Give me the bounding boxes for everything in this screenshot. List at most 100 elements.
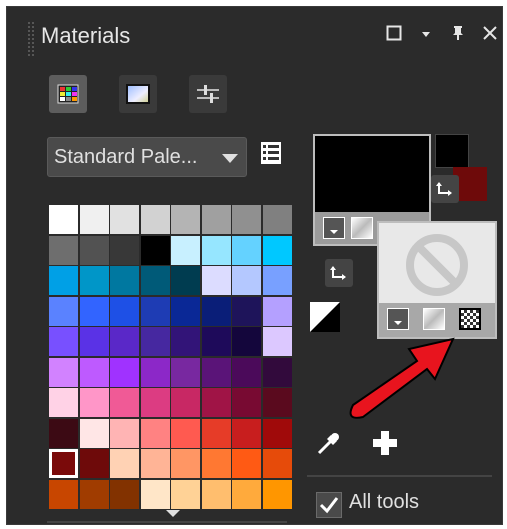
- palette-select[interactable]: Standard Pale...: [47, 137, 247, 177]
- chevron-down-icon[interactable]: [222, 154, 238, 163]
- pin-icon[interactable]: [447, 25, 469, 47]
- palette-swatch[interactable]: [262, 388, 292, 417]
- palette-swatch[interactable]: [79, 479, 109, 509]
- palette-swatch[interactable]: [232, 235, 261, 265]
- palette-swatch[interactable]: [49, 388, 78, 417]
- palette-swatch[interactable]: [79, 327, 109, 356]
- palette-swatch[interactable]: [171, 449, 200, 478]
- rainbow-tab[interactable]: [119, 75, 157, 113]
- palette-swatch[interactable]: [201, 357, 231, 387]
- swap-colors-icon[interactable]: [431, 175, 459, 203]
- palette-swatch[interactable]: [140, 357, 170, 387]
- palette-options-icon[interactable]: [257, 139, 285, 167]
- sliders-tab[interactable]: [189, 75, 227, 113]
- palette-swatch[interactable]: [232, 357, 261, 387]
- palette-swatch[interactable]: [171, 388, 200, 417]
- palette-swatch[interactable]: [140, 266, 170, 295]
- palette-swatch[interactable]: [171, 479, 200, 509]
- palette-swatch[interactable]: [49, 479, 78, 509]
- palette-swatch[interactable]: [140, 418, 170, 448]
- palette-swatch[interactable]: [171, 327, 200, 356]
- drag-grip-icon[interactable]: [27, 21, 35, 57]
- palette-swatch[interactable]: [110, 327, 139, 356]
- palette-swatch[interactable]: [201, 327, 231, 356]
- palette-swatch[interactable]: [79, 418, 109, 448]
- palette-swatch[interactable]: [49, 418, 78, 448]
- dropdown-icon[interactable]: [415, 25, 437, 47]
- palette-swatch[interactable]: [262, 205, 292, 234]
- palette-swatch[interactable]: [110, 296, 139, 326]
- palette-swatch[interactable]: [201, 266, 231, 295]
- palette-swatch[interactable]: [232, 296, 261, 326]
- palette-swatch[interactable]: [171, 205, 200, 234]
- palette-swatch[interactable]: [140, 388, 170, 417]
- palette-swatch[interactable]: [262, 418, 292, 448]
- palette-swatch[interactable]: [49, 357, 78, 387]
- palette-swatch[interactable]: [79, 235, 109, 265]
- palette-swatch[interactable]: [262, 266, 292, 295]
- palette-swatch[interactable]: [49, 205, 78, 234]
- palette-swatch[interactable]: [79, 205, 109, 234]
- maximize-icon[interactable]: [383, 25, 405, 47]
- add-swatch-icon[interactable]: [369, 427, 401, 459]
- palette-swatch[interactable]: [49, 327, 78, 356]
- palette-swatch[interactable]: [110, 388, 139, 417]
- palette-swatch[interactable]: [171, 235, 200, 265]
- palette-swatch[interactable]: [201, 418, 231, 448]
- palette-swatch[interactable]: [140, 296, 170, 326]
- palette-swatch[interactable]: [140, 327, 170, 356]
- palette-swatch[interactable]: [232, 266, 261, 295]
- close-icon[interactable]: [479, 25, 501, 47]
- palette-swatch[interactable]: [110, 357, 139, 387]
- palette-swatch[interactable]: [79, 357, 109, 387]
- palette-swatch[interactable]: [262, 296, 292, 326]
- foreground-color-swatch[interactable]: [435, 134, 469, 168]
- palette-swatch[interactable]: [262, 327, 292, 356]
- palette-swatch[interactable]: [201, 449, 231, 478]
- palette-swatch[interactable]: [140, 479, 170, 509]
- palette-swatch[interactable]: [110, 266, 139, 295]
- palette-swatch[interactable]: [110, 235, 139, 265]
- palette-swatch[interactable]: [110, 418, 139, 448]
- palette-swatch[interactable]: [201, 205, 231, 234]
- swatches-tab[interactable]: [49, 75, 87, 113]
- palette-swatch[interactable]: [232, 205, 261, 234]
- palette-swatch[interactable]: [232, 327, 261, 356]
- palette-swatch[interactable]: [140, 235, 170, 265]
- palette-swatch[interactable]: [171, 296, 200, 326]
- palette-swatch[interactable]: [232, 479, 261, 509]
- palette-swatch[interactable]: [140, 449, 170, 478]
- palette-swatch[interactable]: [232, 449, 261, 478]
- scroll-down-icon[interactable]: [166, 510, 180, 517]
- dropper-icon[interactable]: [313, 427, 345, 459]
- style-gradient-icon[interactable]: [351, 217, 373, 239]
- palette-swatch[interactable]: [232, 388, 261, 417]
- palette-swatch[interactable]: [262, 357, 292, 387]
- palette-swatch[interactable]: [201, 235, 231, 265]
- palette-swatch[interactable]: [79, 449, 109, 478]
- palette-swatch[interactable]: [201, 296, 231, 326]
- palette-swatch[interactable]: [79, 266, 109, 295]
- palette-swatch[interactable]: [110, 205, 139, 234]
- swap-materials-icon[interactable]: [325, 259, 353, 287]
- palette-swatch[interactable]: [232, 418, 261, 448]
- palette-swatch[interactable]: [171, 418, 200, 448]
- palette-swatch[interactable]: [49, 235, 78, 265]
- background-material-box[interactable]: [377, 221, 497, 339]
- palette-swatch[interactable]: [171, 357, 200, 387]
- palette-swatch[interactable]: [171, 266, 200, 295]
- palette-swatch[interactable]: [110, 479, 139, 509]
- palette-swatch[interactable]: [262, 449, 292, 478]
- palette-swatch[interactable]: [79, 388, 109, 417]
- palette-swatch[interactable]: [49, 449, 78, 478]
- palette-swatch[interactable]: [79, 296, 109, 326]
- palette-swatch[interactable]: [262, 235, 292, 265]
- palette-swatch[interactable]: [49, 266, 78, 295]
- palette-swatch[interactable]: [201, 388, 231, 417]
- style-color-icon[interactable]: [323, 217, 345, 239]
- palette-swatch[interactable]: [140, 205, 170, 234]
- palette-swatch[interactable]: [110, 449, 139, 478]
- palette-swatch[interactable]: [49, 296, 78, 326]
- palette-swatch[interactable]: [262, 479, 292, 509]
- palette-swatch[interactable]: [201, 479, 231, 509]
